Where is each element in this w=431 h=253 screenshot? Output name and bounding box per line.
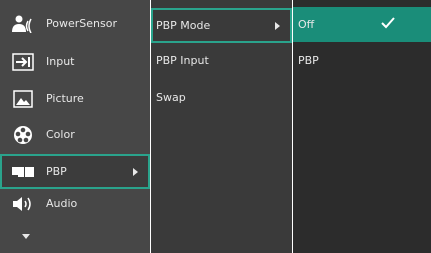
pbp-icon <box>10 162 36 182</box>
main-menu: PowerSensor Input Picture Color PBP Audi… <box>0 0 150 253</box>
picture-icon <box>10 89 36 109</box>
audio-icon <box>10 194 36 214</box>
menu-item-label: Color <box>46 128 75 141</box>
osd-menu: PowerSensor Input Picture Color PBP Audi… <box>0 0 431 253</box>
input-icon <box>10 52 36 72</box>
checkmark-icon <box>381 17 395 32</box>
option-label: PBP <box>298 54 319 67</box>
menu-item-color[interactable]: Color <box>0 117 150 152</box>
option-label: Off <box>298 18 315 31</box>
power-sensor-icon <box>10 14 36 34</box>
submenu-item-swap[interactable]: Swap <box>151 80 292 115</box>
submenu-item-pbp-input[interactable]: PBP Input <box>151 43 292 78</box>
submenu-item-label: PBP Input <box>156 54 209 67</box>
scroll-down-arrow-icon[interactable] <box>22 234 30 239</box>
option-pbp[interactable]: PBP <box>293 43 431 78</box>
submenu-arrow-icon <box>275 21 280 30</box>
submenu-item-label: Swap <box>156 91 186 104</box>
menu-item-label: PBP <box>46 165 67 178</box>
option-off[interactable]: Off <box>293 7 431 42</box>
menu-item-label: Picture <box>46 92 84 105</box>
menu-item-label: PowerSensor <box>46 17 117 30</box>
menu-item-picture[interactable]: Picture <box>0 81 150 116</box>
submenu-arrow-icon <box>133 167 138 176</box>
menu-item-input[interactable]: Input <box>0 44 150 79</box>
submenu-item-label: PBP Mode <box>156 19 211 32</box>
menu-item-label: Audio <box>46 197 78 210</box>
color-icon <box>10 125 36 145</box>
pbp-mode-options: Off PBP <box>293 0 431 253</box>
menu-item-powersensor[interactable]: PowerSensor <box>0 6 150 41</box>
menu-item-audio[interactable]: Audio <box>0 186 150 221</box>
submenu-item-pbp-mode[interactable]: PBP Mode <box>151 8 292 43</box>
pbp-submenu: PBP Mode PBP Input Swap <box>151 0 292 253</box>
menu-item-pbp[interactable]: PBP <box>0 154 150 189</box>
menu-item-label: Input <box>46 55 75 68</box>
